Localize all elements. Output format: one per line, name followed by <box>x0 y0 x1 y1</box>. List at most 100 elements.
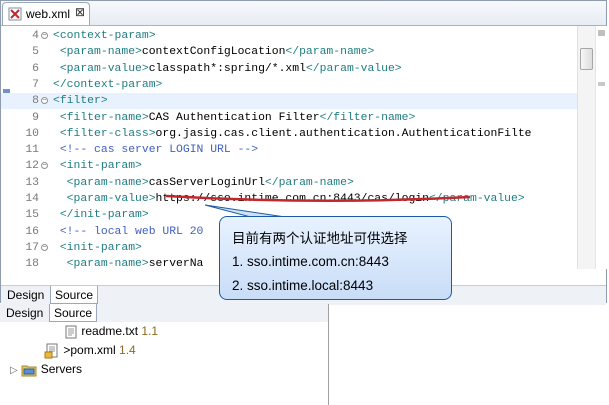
xml-text <box>53 46 60 58</box>
xml-text <box>53 112 60 124</box>
fold-toggle-icon[interactable]: − <box>41 32 48 40</box>
line-number: 9 <box>32 111 39 124</box>
expand-chevron-icon[interactable]: ▷ <box>10 362 18 380</box>
tree-item-label: readme.txt <box>81 324 139 338</box>
revision-label: 1.4 <box>119 343 136 357</box>
line-text: <filter-class>org.jasig.cas.client.authe… <box>53 126 532 142</box>
xml-tag: <init-param> <box>59 160 142 173</box>
line-text: </context-param> <box>53 77 162 93</box>
tree-item-servers[interactable]: ▷ Servers <box>10 360 82 378</box>
line-number: 18 <box>25 258 39 269</box>
vertical-scrollbar[interactable] <box>577 26 595 269</box>
xml-text: org.jasig.cas.client.authentication.Auth… <box>155 127 532 140</box>
line-text: <param-name>contextConfigLocation</param… <box>53 44 374 60</box>
xml-comment: <!-- local web URL 20 <box>59 225 204 238</box>
xml-tag: <param-value> <box>66 193 156 205</box>
project-tree: readme.txt 1.1 >pom.xml 1.4 ▷ Servers <box>0 322 328 405</box>
tab-source[interactable]: Source <box>50 286 99 304</box>
line-text: <!-- local web URL 20 <box>53 224 204 240</box>
line-number: 7 <box>32 78 39 91</box>
xml-tag: </filter-name> <box>319 111 416 124</box>
echo-tab-row: Design Source <box>0 304 328 323</box>
fold-toggle-icon[interactable]: − <box>41 97 48 105</box>
code-line[interactable]: 12− <init-param> <box>1 158 591 174</box>
xml-text <box>53 63 60 75</box>
tab-web-xml[interactable]: web.xml ⊠ <box>2 2 90 25</box>
line-number: 17 <box>25 241 39 254</box>
callout-note: 目前有两个认证地址可供选择 1. sso.intime.com.cn:8443 … <box>219 216 452 300</box>
code-line[interactable]: 7 </context-param> <box>1 77 591 93</box>
view-border <box>328 304 329 405</box>
line-text: <param-name>casServerLoginUrl</param-nam… <box>53 175 354 191</box>
tab-source-echo[interactable]: Source <box>49 304 98 322</box>
xml-tag: </context-param> <box>53 78 163 91</box>
tree-item-readme[interactable]: readme.txt 1.1 <box>64 322 158 340</box>
close-tab-icon[interactable]: ⊠ <box>75 5 85 19</box>
tree-item-label: Servers <box>40 362 83 376</box>
xml-text <box>53 242 60 254</box>
xml-comment: <!-- cas server LOGIN URL --> <box>59 144 259 157</box>
fold-toggle-icon[interactable]: − <box>41 162 48 170</box>
line-number: 8 <box>32 95 39 108</box>
xml-tag: </param-value> <box>305 62 402 75</box>
xml-tag: <param-name> <box>66 176 149 189</box>
line-text: <context-param> <box>53 28 156 44</box>
xml-tag: <filter> <box>53 95 108 108</box>
xml-tag: <param-value> <box>59 62 149 75</box>
code-line[interactable]: 5 <param-name>contextConfigLocation</par… <box>1 44 591 60</box>
line-text: </init-param> <box>53 207 149 223</box>
line-number: 4 <box>32 30 39 42</box>
callout-line-1: 1. sso.intime.com.cn:8443 <box>232 254 389 269</box>
scrollbar-thumb[interactable] <box>580 48 593 70</box>
line-text: <init-param> <box>53 240 142 256</box>
xml-text <box>53 193 67 205</box>
line-number: 13 <box>25 176 39 189</box>
fold-toggle-icon[interactable]: − <box>41 243 48 251</box>
xml-tag: <context-param> <box>53 30 156 42</box>
code-line[interactable]: 4− <context-param> <box>1 28 591 44</box>
tab-design[interactable]: Design <box>3 286 48 304</box>
line-number: 16 <box>25 225 39 238</box>
xml-text <box>53 144 60 156</box>
callout-line-2: 2. sso.intime.local:8443 <box>232 278 374 293</box>
code-line[interactable]: 10 <filter-class>org.jasig.cas.client.au… <box>1 126 591 142</box>
xml-tag: <param-name> <box>66 258 149 269</box>
xml-text <box>53 209 60 221</box>
text-file-icon <box>65 325 77 339</box>
xml-text <box>53 160 60 172</box>
xml-file-icon <box>44 343 58 359</box>
revision-label: 1.1 <box>141 324 159 338</box>
xml-tag: </init-param> <box>59 209 149 222</box>
overview-ruler[interactable] <box>595 26 607 269</box>
code-line[interactable]: 11 <!-- cas server LOGIN URL --> <box>1 142 591 158</box>
code-line[interactable]: 6 <param-value>classpath*:spring/*.xml</… <box>1 61 591 77</box>
line-number: 5 <box>32 46 39 59</box>
tab-design-echo[interactable]: Design <box>2 304 47 322</box>
xml-tag: <filter-name> <box>59 111 149 124</box>
xml-text: serverNa <box>148 258 204 269</box>
callout-title: 目前有两个认证地址可供选择 <box>232 231 408 246</box>
code-line[interactable]: 13 <param-name>casServerLoginUrl</param-… <box>1 175 591 191</box>
line-text: <filter-name>CAS Authentication Filter</… <box>53 110 415 126</box>
code-line[interactable]: 9 <filter-name>CAS Authentication Filter… <box>1 110 591 126</box>
tree-item-label: pom.xml <box>70 343 116 357</box>
xml-text: https://sso.intime.com.cn:8443/cas/login <box>155 193 429 205</box>
line-number: 14 <box>25 193 39 205</box>
code-line[interactable]: 14 <param-value>https://sso.intime.com.c… <box>1 191 591 207</box>
line-number: 11 <box>25 144 39 157</box>
xml-file-icon <box>8 7 22 21</box>
xml-tag: <filter-class> <box>59 127 156 140</box>
xml-text <box>53 226 60 238</box>
line-text: <init-param> <box>53 158 142 174</box>
xml-text: casServerLoginUrl <box>148 176 265 189</box>
overview-mark <box>598 30 605 36</box>
code-line[interactable]: 8− <filter> <box>1 93 591 110</box>
line-text: <filter> <box>53 93 108 109</box>
folder-icon <box>21 365 37 377</box>
xml-tag: </param-name> <box>264 176 354 189</box>
line-text: <param-value>classpath*:spring/*.xml</pa… <box>53 61 402 77</box>
tree-item-pom[interactable]: >pom.xml 1.4 <box>44 341 136 359</box>
line-number: 10 <box>25 127 39 140</box>
xml-tag: </param-value> <box>428 193 525 205</box>
xml-text: classpath*:spring/*.xml <box>148 62 306 75</box>
